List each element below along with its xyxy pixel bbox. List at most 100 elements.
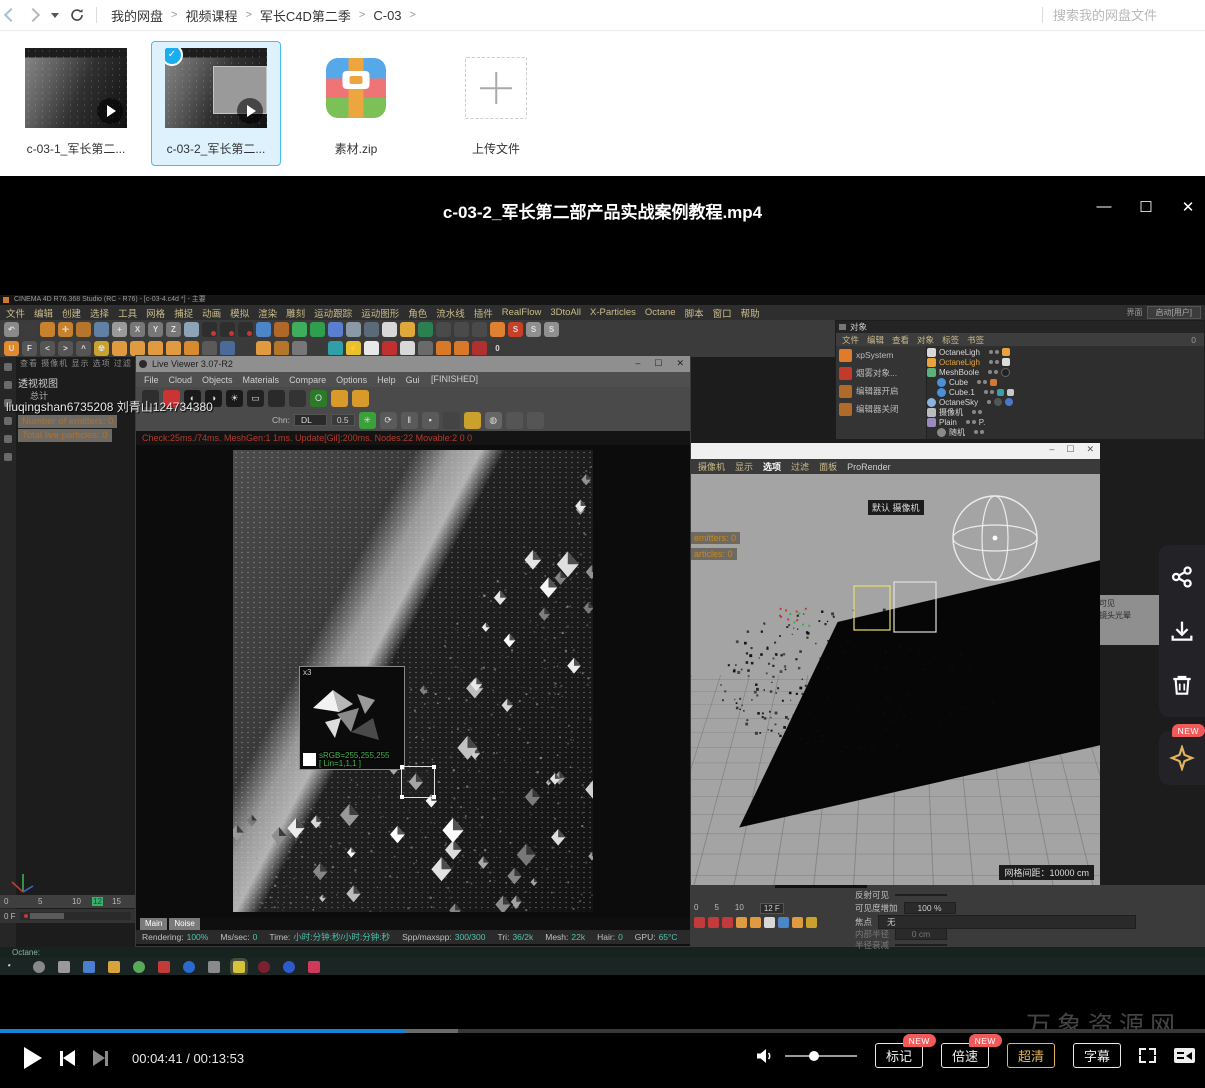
sample-value[interactable]: 0.5 <box>331 414 355 426</box>
toolbar-icon[interactable] <box>382 341 397 356</box>
play-button[interactable] <box>24 1047 42 1069</box>
fullscreen-button[interactable] <box>1139 1048 1156 1063</box>
attribute-row[interactable]: 反射可见 <box>855 889 947 901</box>
menu-item[interactable]: 面板 <box>819 460 837 473</box>
tree-row[interactable]: PlainP. <box>927 417 1204 427</box>
toolbar-icon[interactable] <box>331 390 348 407</box>
toolbar-icon[interactable]: ✛ <box>58 322 73 337</box>
toolbar-icon[interactable] <box>274 322 289 337</box>
taskbar-app-icon[interactable] <box>308 961 320 973</box>
toolbar-icon[interactable] <box>400 341 415 356</box>
toolbar-icon[interactable] <box>256 341 271 356</box>
vis-row[interactable]: 镜头光晕 <box>1099 610 1157 622</box>
menu-item[interactable]: Objects <box>202 375 233 385</box>
toolbar-icon[interactable]: < <box>40 341 55 356</box>
menu-item[interactable]: 运动跟踪 <box>314 306 352 320</box>
toolbar-icon[interactable] <box>292 322 307 337</box>
pin-button[interactable] <box>1169 745 1195 771</box>
toolbar-icon[interactable]: ‖ <box>401 412 418 429</box>
viewport-3d-view[interactable]: 默认 摄像机 emitters: 0 articles: 0 网格间距：1000… <box>690 474 1100 885</box>
toolbar-icon[interactable] <box>238 341 253 356</box>
menu-item[interactable]: 雕刻 <box>286 306 305 320</box>
menu-item[interactable]: X-Particles <box>590 307 636 318</box>
list-item[interactable]: xpSystem <box>836 346 926 364</box>
menu-item[interactable]: 插件 <box>474 306 493 320</box>
attr-icon[interactable] <box>722 917 733 928</box>
menu-item[interactable]: 对象 <box>917 334 934 346</box>
toolbar-icon[interactable]: U <box>4 341 19 356</box>
toolbar-icon[interactable] <box>382 322 397 337</box>
menu-item[interactable]: 窗口 <box>713 306 732 320</box>
taskbar-app-icon[interactable] <box>58 961 70 973</box>
toolbar-icon[interactable] <box>346 322 361 337</box>
toolbar-icon[interactable] <box>289 390 306 407</box>
menu-item[interactable]: 查看 <box>892 334 909 346</box>
volume-slider[interactable] <box>785 1055 857 1057</box>
menu-item[interactable]: Cloud <box>169 375 193 385</box>
menu-item[interactable]: 捕捉 <box>174 306 193 320</box>
viewport-window-controls[interactable]: –☐✕ <box>1049 444 1094 455</box>
menu-item[interactable]: 编辑 <box>867 334 884 346</box>
maximize-button[interactable]: ☐ <box>1137 198 1155 216</box>
interface-value[interactable]: 启动[用户] <box>1147 306 1201 319</box>
menu-item-prorender[interactable]: ProRender <box>847 462 891 472</box>
toolbar-icon[interactable] <box>328 322 343 337</box>
toolbar-icon[interactable]: ✳ <box>359 412 376 429</box>
menu-item[interactable]: 选项 <box>763 460 781 473</box>
toolbar-icon[interactable] <box>472 322 487 337</box>
toolbar-icon[interactable] <box>443 412 460 429</box>
mark-button[interactable]: 标记NEW <box>875 1043 923 1068</box>
toolbar-icon[interactable] <box>184 341 199 356</box>
taskbar-app-icon[interactable] <box>233 961 245 973</box>
breadcrumb-item[interactable]: 我的网盘 <box>105 6 169 25</box>
toolbar-icon[interactable]: 0 <box>490 341 505 356</box>
toolbar-icon[interactable]: ⟳ <box>380 412 397 429</box>
attr-value[interactable]: 无 <box>878 915 1136 929</box>
toolbar-icon[interactable] <box>490 322 505 337</box>
video-frame[interactable]: CINEMA 4D R76.368 Studio (RC - R76) - [c… <box>0 295 1205 975</box>
taskbar-app-icon[interactable] <box>83 961 95 973</box>
current-frame-marker[interactable]: 12 <box>92 897 103 906</box>
toolbar-icon[interactable] <box>436 341 451 356</box>
progress-bar[interactable] <box>0 1029 1205 1033</box>
channel-dropdown[interactable]: DL <box>294 414 327 426</box>
attr-icon[interactable] <box>806 917 817 928</box>
toolbar-icon[interactable]: S <box>526 322 541 337</box>
menu-item[interactable]: Options <box>336 375 367 385</box>
menu-item[interactable]: 模拟 <box>230 306 249 320</box>
tree-row-selected[interactable]: OctaneLigh <box>927 357 1204 367</box>
frame-box[interactable]: 12 F <box>760 903 784 914</box>
toolbar-icon[interactable]: ⚡ <box>346 341 361 356</box>
toolbar-icon[interactable] <box>364 341 379 356</box>
attr-icon[interactable] <box>792 917 803 928</box>
toolbar-icon[interactable] <box>292 341 307 356</box>
attr-value[interactable] <box>895 894 947 896</box>
download-button[interactable] <box>1170 619 1194 643</box>
taskbar-app-icon[interactable] <box>133 961 145 973</box>
menu-item[interactable]: 过滤 <box>791 460 809 473</box>
quality-button[interactable]: 超清 <box>1007 1043 1055 1068</box>
toolbar-icon[interactable]: ^ <box>76 341 91 356</box>
toolbar-icon[interactable] <box>184 322 199 337</box>
toolbar-icon[interactable]: F <box>22 341 37 356</box>
menu-item[interactable]: Octane <box>645 307 676 318</box>
file-tile-video-2-selected[interactable]: ✓ c-03-2_军长第二... <box>151 41 281 166</box>
toolbar-icon[interactable] <box>94 322 109 337</box>
forward-button[interactable] <box>22 4 44 26</box>
toolbar-icon[interactable]: S <box>544 322 559 337</box>
viewport-titlebar[interactable]: –☐✕ <box>690 443 1100 459</box>
tree-row[interactable]: 摄像机 <box>927 407 1204 417</box>
toolbar-icon[interactable]: ▪ <box>422 412 439 429</box>
toolbar-icon[interactable] <box>274 341 289 356</box>
menu-item[interactable]: Materials <box>243 375 280 385</box>
tree-row[interactable]: Cube.1 <box>927 387 1204 397</box>
toolbar-icon[interactable] <box>40 322 55 337</box>
previous-button[interactable] <box>60 1050 75 1066</box>
toolbar-icon[interactable] <box>418 322 433 337</box>
close-button[interactable]: ✕ <box>1179 198 1197 216</box>
toolbar-icon[interactable] <box>364 322 379 337</box>
list-item[interactable]: 烟雾对象... <box>836 364 926 382</box>
toolbar-icon[interactable] <box>112 341 127 356</box>
menu-item[interactable]: 渲染 <box>258 306 277 320</box>
menu-item[interactable]: 书签 <box>967 334 984 346</box>
